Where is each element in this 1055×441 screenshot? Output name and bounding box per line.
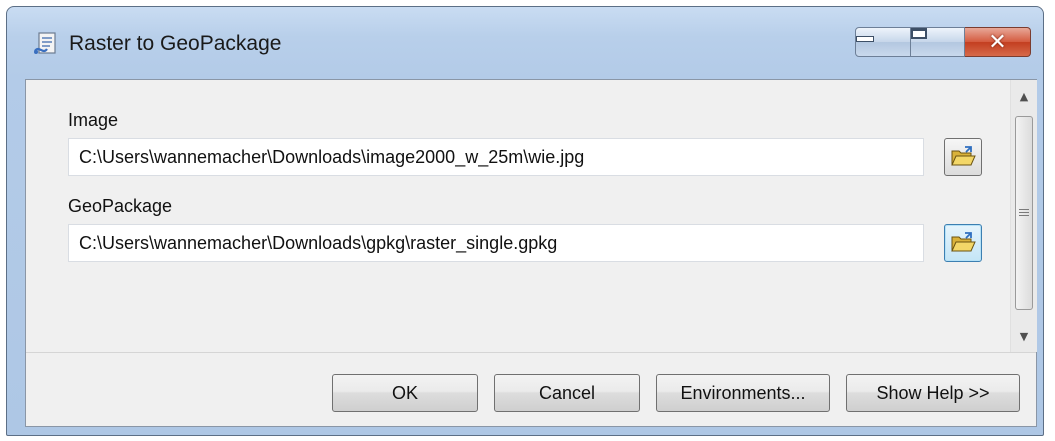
geopackage-path-input[interactable]: C:\Users\wannemacher\Downloads\gpkg\rast… — [68, 224, 924, 262]
show-help-button[interactable]: Show Help >> — [846, 374, 1020, 412]
scroll-up-arrow-icon[interactable]: ▲ — [1011, 84, 1037, 108]
minimize-icon — [856, 36, 874, 42]
geopackage-label: GeoPackage — [68, 196, 173, 216]
dialog-client-area: Image C:\Users\wannemacher\Downloads\ima… — [25, 79, 1037, 427]
maximize-icon — [911, 28, 927, 39]
image-path-input[interactable]: C:\Users\wannemacher\Downloads\image2000… — [68, 138, 924, 176]
scroll-down-arrow-icon[interactable]: ▼ — [1011, 324, 1037, 348]
environments-button[interactable]: Environments... — [656, 374, 830, 412]
window-title: Raster to GeoPackage — [69, 32, 282, 55]
tool-script-icon — [34, 32, 56, 54]
vertical-scrollbar[interactable]: ▲ ▼ — [1010, 80, 1037, 352]
geopackage-browse-button[interactable] — [944, 224, 982, 262]
scrollbar-thumb[interactable] — [1015, 116, 1033, 310]
title-bar[interactable]: Raster to GeoPackage ✕ — [7, 7, 1043, 79]
image-label: Image — [68, 110, 119, 130]
parameters-panel: Image C:\Users\wannemacher\Downloads\ima… — [26, 80, 1010, 352]
cancel-button[interactable]: Cancel — [494, 374, 640, 412]
thumb-grip — [1019, 212, 1029, 213]
thumb-grip — [1019, 209, 1029, 210]
ok-button[interactable]: OK — [332, 374, 478, 412]
button-bar-divider — [26, 352, 1036, 353]
minimize-button[interactable] — [855, 27, 911, 57]
close-button[interactable]: ✕ — [965, 27, 1031, 57]
open-folder-icon — [951, 146, 976, 166]
image-browse-button[interactable] — [944, 138, 982, 176]
thumb-grip — [1019, 215, 1029, 216]
dialog-window: Raster to GeoPackage ✕ Image C:\Users\wa… — [6, 6, 1044, 436]
maximize-button[interactable] — [911, 27, 965, 57]
close-icon: ✕ — [988, 29, 1007, 55]
open-folder-icon — [951, 232, 976, 252]
